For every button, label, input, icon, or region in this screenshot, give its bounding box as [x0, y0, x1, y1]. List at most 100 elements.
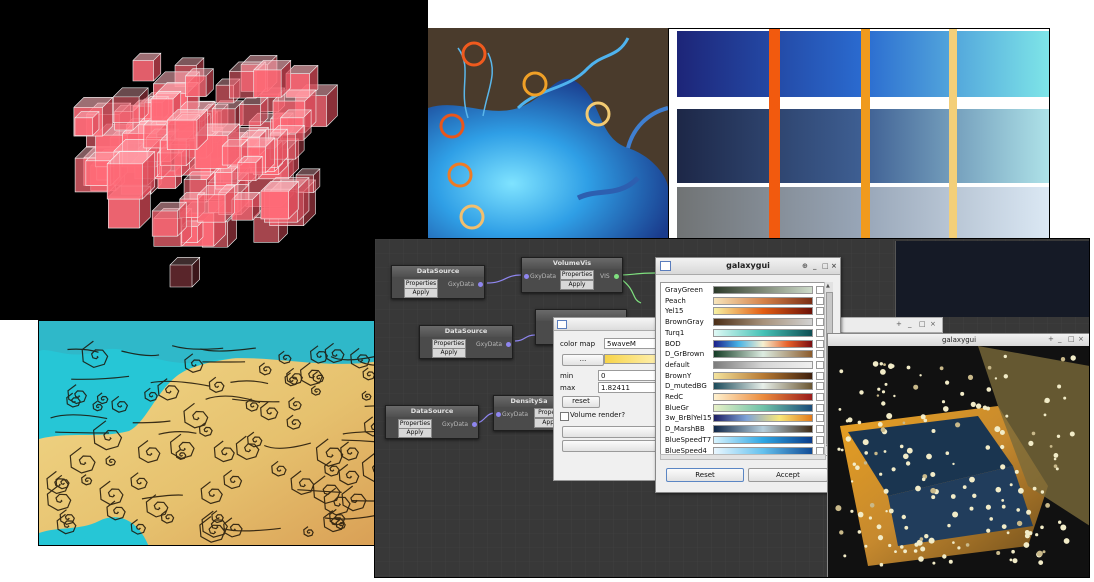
datasource-node[interactable]: DataSource Properties Apply GxyData	[419, 325, 513, 359]
colormap-checkbox[interactable]	[816, 382, 824, 391]
particle-sphere	[1031, 431, 1036, 436]
colormap-checkbox[interactable]	[816, 286, 824, 294]
colormap-item[interactable]: D_GrBrown	[661, 349, 824, 359]
volumevis-node[interactable]: VolumeVis GxyData Properties Apply VIS	[521, 257, 623, 293]
minimize-icon[interactable]: _	[1058, 333, 1062, 345]
maximize-icon[interactable]: □	[822, 258, 829, 274]
colormap-item[interactable]: Turq1	[661, 328, 824, 338]
input-port[interactable]	[496, 412, 501, 417]
colormap-checkbox[interactable]	[816, 371, 824, 380]
dialog-button[interactable]	[562, 426, 664, 438]
particle-sphere	[843, 554, 847, 558]
particle-sphere	[1070, 355, 1076, 361]
colormap-list[interactable]: GrayGreen Peach Yel15 BrownGray Turq1 BOD D_Gr…	[660, 282, 832, 456]
colormap-checkbox[interactable]	[816, 350, 824, 359]
particle-sphere	[900, 545, 904, 549]
close-icon[interactable]: ×	[930, 320, 936, 328]
pin-icon[interactable]: +	[896, 320, 902, 328]
particle-sphere	[1005, 414, 1009, 418]
colormap-item[interactable]: BOD	[661, 339, 824, 349]
colormap-checkbox[interactable]	[816, 435, 824, 444]
colormap-checkbox[interactable]	[816, 414, 824, 423]
properties-button[interactable]: Properties	[560, 270, 594, 280]
minimize-icon[interactable]: _	[813, 258, 817, 274]
close-icon[interactable]: ×	[1078, 333, 1084, 345]
output-port[interactable]	[614, 274, 619, 279]
particle-sphere	[931, 429, 936, 433]
reset-colormap-button[interactable]: Reset	[666, 468, 744, 482]
colormap-checkbox[interactable]	[816, 296, 824, 305]
minimize-icon[interactable]: _	[908, 320, 912, 328]
output-port[interactable]	[478, 282, 483, 287]
apply-button[interactable]: Apply	[398, 428, 432, 438]
apply-button[interactable]: Apply	[560, 280, 594, 290]
particle-sphere	[876, 524, 882, 530]
colormap-item[interactable]: default	[661, 360, 824, 370]
colormap-checkbox[interactable]	[816, 425, 824, 434]
colormap-item[interactable]: D_MarshBB	[661, 424, 824, 434]
apply-button[interactable]: Apply	[404, 288, 438, 298]
volume-render-checkbox[interactable]	[560, 412, 569, 421]
input-port[interactable]	[524, 274, 529, 279]
colormap-item[interactable]: BlueGr	[661, 403, 824, 413]
colormap-name: Yel15	[665, 307, 684, 316]
output-port[interactable]	[472, 422, 477, 427]
colormap-swatch	[713, 339, 813, 348]
colormap-item[interactable]: Peach	[661, 296, 824, 306]
particle-sphere	[835, 505, 842, 512]
scroll-up-arrow-icon[interactable]: ▲	[826, 283, 830, 289]
colormap-item[interactable]: Yel15	[661, 306, 824, 316]
palette-swatches	[677, 29, 1049, 239]
particle-sphere	[994, 377, 998, 380]
particle-sphere	[941, 400, 946, 404]
output-port-label: VIS	[600, 273, 610, 280]
particle-sphere	[969, 506, 974, 511]
render-viewport[interactable]	[828, 346, 1090, 578]
apply-button[interactable]: Apply	[432, 348, 466, 358]
datasource-node[interactable]: DataSource Properties Apply GxyData	[385, 405, 479, 439]
particle-sphere	[1058, 520, 1062, 524]
pin-icon[interactable]: +	[1048, 333, 1054, 345]
particle-sphere	[1016, 508, 1020, 512]
browse-button[interactable]: ...	[562, 354, 604, 366]
colormap-swatch	[713, 435, 813, 444]
min-label: min	[560, 372, 574, 380]
colormap-item[interactable]: D_mutedBG	[661, 381, 824, 391]
colormap-checkbox[interactable]	[816, 393, 824, 401]
volume-cube	[185, 68, 215, 97]
colormap-item[interactable]: 3w_BrBlYel15	[661, 413, 824, 423]
particle-sphere	[919, 374, 922, 377]
particle-sphere	[876, 394, 880, 397]
colormap-checkbox[interactable]	[816, 318, 824, 327]
close-icon[interactable]: ×	[831, 258, 837, 274]
colormap-checkbox[interactable]	[816, 328, 824, 337]
output-port[interactable]	[506, 342, 511, 347]
colormap-checkbox[interactable]	[816, 307, 824, 316]
colormap-swatch	[713, 318, 813, 327]
colormap-item[interactable]: BrownGray	[661, 317, 824, 327]
particle-sphere	[902, 421, 906, 425]
maximize-icon[interactable]: □	[1068, 333, 1075, 345]
reset-button[interactable]: reset	[562, 396, 600, 408]
colormap-checkbox[interactable]	[816, 339, 824, 348]
colormap-item[interactable]: BrownY	[661, 371, 824, 381]
particle-sphere	[1014, 469, 1019, 474]
pin-icon[interactable]: ⊕	[802, 258, 808, 274]
particle-sphere	[913, 549, 918, 553]
colormap-item[interactable]: BlueSpeedT7	[661, 435, 824, 445]
horizontal-scrollbar[interactable]	[660, 454, 826, 460]
colormap-checkbox[interactable]	[816, 360, 824, 369]
particle-sphere	[982, 405, 988, 410]
colormap-checkbox[interactable]	[816, 403, 824, 412]
dialog-button[interactable]	[562, 440, 664, 452]
particle-sphere	[965, 543, 970, 547]
particle-sphere	[888, 508, 894, 514]
volume-cube	[197, 184, 236, 223]
maximize-icon[interactable]: □	[919, 320, 926, 328]
particle-sphere	[962, 485, 967, 489]
particle-sphere	[996, 551, 1001, 555]
datasource-node[interactable]: DataSource Properties Apply GxyData	[391, 265, 485, 299]
colormap-item[interactable]: RedC	[661, 392, 824, 402]
colormap-item[interactable]: GrayGreen	[661, 285, 824, 295]
accept-button[interactable]: Accept	[748, 468, 828, 482]
